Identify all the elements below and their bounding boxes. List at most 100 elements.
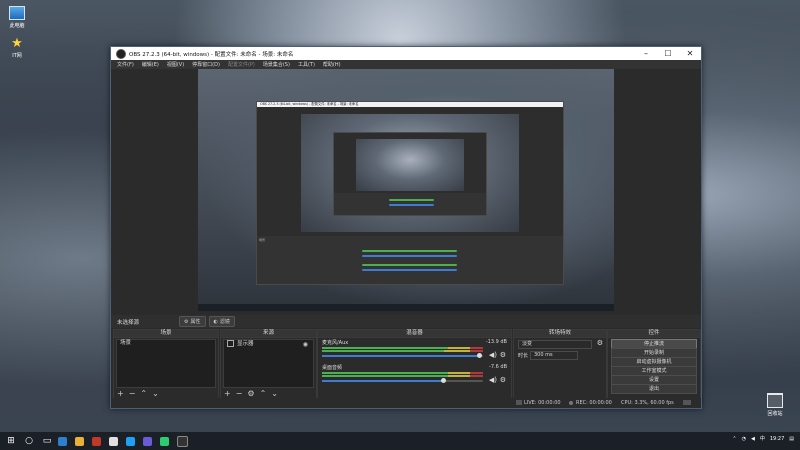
gear-icon[interactable]: ⚙	[500, 351, 506, 359]
notification-icon[interactable]: ▤	[789, 436, 794, 442]
rec-status: REC: 00:00:00	[576, 400, 612, 406]
preview-area: OBS 27.2.3 (64-bit, windows) - 配置文件: 未命名…	[111, 69, 701, 315]
obs-logo-icon	[116, 48, 126, 59]
taskbar-app-purple-icon[interactable]	[143, 436, 152, 446]
menu-help[interactable]: 帮助(H)	[323, 61, 341, 68]
status-bar: LIVE: 00:00:00 REC: 00:00:00 CPU: 3.3%, …	[111, 398, 701, 408]
desktop-icon-label: 此电脑	[9, 23, 25, 29]
star-icon: ★	[11, 36, 23, 51]
nested-meter	[362, 250, 457, 252]
recycle-bin-icon	[767, 393, 783, 408]
live-status: LIVE: 00:00:00	[524, 400, 561, 406]
source-item[interactable]: 显示器 ◉	[224, 340, 313, 348]
scene-item[interactable]: 场景	[117, 340, 215, 347]
taskbar-app-red-icon[interactable]	[92, 436, 101, 446]
close-button[interactable]: ✕	[679, 47, 701, 60]
move-up-icon[interactable]: ⌃	[260, 389, 267, 398]
sources-dock-title: 来源	[221, 330, 316, 338]
gear-icon[interactable]: ⚙	[247, 389, 254, 398]
menu-tools[interactable]: 工具(T)	[298, 61, 315, 68]
audio-mixer-title: 混音器	[318, 330, 511, 338]
channel-name: 桌面音频	[322, 365, 343, 371]
move-down-icon[interactable]: ⌄	[271, 389, 278, 398]
speaker-icon[interactable]: ◀	[751, 436, 755, 442]
filters-button[interactable]: ◐ 滤镜	[208, 316, 235, 327]
volume-slider[interactable]	[322, 353, 483, 358]
system-tray: ⌃ ◔ ◀ 中 19:27 ▤	[732, 435, 794, 443]
taskbar-app-blue-icon[interactable]	[126, 436, 135, 446]
nested-docks: 场景	[257, 236, 563, 284]
channel-name: 麦克风/Aux	[322, 340, 349, 346]
window-titlebar[interactable]: OBS 27.2.3 (64-bit, windows) - 配置文件: 未命名…	[111, 47, 701, 60]
source-label: 显示器	[237, 341, 254, 347]
add-icon[interactable]: +	[117, 389, 124, 398]
nested-slider	[389, 204, 434, 206]
desktop-icon-label: 回收站	[767, 411, 783, 417]
chevron-up-icon[interactable]: ⌃	[732, 436, 736, 442]
move-down-icon[interactable]: ⌄	[152, 389, 159, 398]
ime-icon[interactable]: 中	[760, 435, 765, 442]
task-view-icon[interactable]: ▭	[40, 434, 54, 448]
add-icon[interactable]: +	[224, 389, 231, 398]
duration-input[interactable]: 300 ms	[530, 351, 578, 360]
menu-edit[interactable]: 编辑(E)	[142, 61, 159, 68]
network-icon	[516, 400, 522, 405]
mixer-channel-desktop: 桌面音频 -7.6 dB ◀) ⚙	[322, 364, 507, 384]
taskbar-app-green-icon[interactable]	[160, 436, 169, 446]
taskbar-app-white-icon[interactable]	[109, 436, 118, 446]
taskbar-app-folder-icon[interactable]	[75, 436, 84, 446]
remove-icon[interactable]: −	[236, 389, 243, 398]
menu-profile[interactable]: 配置文件(P)	[228, 61, 255, 68]
transitions-dock-title: 转场特效	[514, 330, 606, 338]
desktop-icon-label: IT网	[12, 53, 22, 59]
nested-slider	[362, 269, 457, 271]
scenes-dock: 场景 场景 + − ⌃ ⌄	[113, 329, 219, 399]
nested-obs-capture-inner	[333, 132, 487, 216]
taskbar-app-obs-icon[interactable]	[177, 435, 188, 447]
desktop-icon-shortcut[interactable]: ★ IT网	[2, 36, 32, 59]
remove-icon[interactable]: −	[129, 389, 136, 398]
visibility-eye-icon[interactable]: ◉	[303, 341, 308, 348]
desktop-icon-this-pc[interactable]: 此电脑	[2, 6, 32, 29]
volume-meter	[322, 375, 483, 377]
exit-button[interactable]: 退出	[611, 384, 697, 394]
nested-slider	[362, 255, 457, 257]
clock[interactable]: 19:27	[770, 436, 784, 442]
no-source-label: 未选择源	[117, 319, 140, 326]
search-icon[interactable]: ○	[22, 434, 36, 448]
speaker-icon[interactable]: ◀)	[489, 351, 497, 359]
volume-slider[interactable]	[322, 378, 483, 383]
channel-db: -7.6 dB	[489, 364, 507, 370]
menu-bar: 文件(F) 编辑(E) 视图(V) 停靠窗口(D) 配置文件(P) 场景集合(S…	[111, 60, 701, 69]
preview-canvas[interactable]: OBS 27.2.3 (64-bit, windows) - 配置文件: 未命名…	[198, 69, 614, 311]
mixer-channel-mic: 麦克风/Aux -13.9 dB ◀) ⚙	[322, 339, 507, 359]
gear-icon[interactable]: ⚙	[500, 376, 506, 384]
desktop-icon-recycle-bin[interactable]: 回收站	[760, 393, 790, 417]
nested-obs-capture: OBS 27.2.3 (64-bit, windows) - 配置文件: 未命名…	[256, 101, 564, 285]
source-toolbar: 未选择源 ⚙ 属性 ◐ 滤镜	[111, 315, 701, 328]
move-up-icon[interactable]: ⌃	[140, 389, 147, 398]
transition-select[interactable]: 淡变	[518, 340, 592, 349]
gear-icon[interactable]: ⚙	[597, 339, 603, 347]
menu-view[interactable]: 视图(V)	[167, 61, 184, 68]
cpu-status: CPU: 3.3%, 60.00 fps	[621, 400, 674, 406]
sources-list: 显示器 ◉	[223, 339, 314, 388]
taskbar-app-edge-icon[interactable]	[58, 436, 67, 446]
nested-scenes-label: 场景	[259, 238, 266, 242]
menu-scene-collection[interactable]: 场景集合(S)	[263, 61, 290, 68]
sources-dock: 来源 显示器 ◉ + − ⚙ ⌃ ⌄	[220, 329, 317, 399]
window-title: OBS 27.2.3 (64-bit, windows) - 配置文件: 未命名…	[129, 51, 294, 58]
maximize-button[interactable]: ☐	[657, 47, 679, 60]
speaker-icon[interactable]: ◀)	[489, 376, 497, 384]
wifi-icon[interactable]: ◔	[742, 436, 746, 442]
minimize-button[interactable]: –	[635, 47, 657, 60]
start-button[interactable]: ⊞	[4, 434, 18, 448]
menu-docks[interactable]: 停靠窗口(D)	[192, 61, 220, 68]
nested-meter	[362, 264, 457, 266]
dock-resize-icon	[683, 400, 691, 405]
menu-file[interactable]: 文件(F)	[117, 61, 134, 68]
filters-label: 滤镜	[219, 319, 230, 325]
obs-window: OBS 27.2.3 (64-bit, windows) - 配置文件: 未命名…	[110, 46, 702, 409]
volume-meter	[322, 347, 483, 349]
properties-button[interactable]: ⚙ 属性	[179, 316, 206, 327]
